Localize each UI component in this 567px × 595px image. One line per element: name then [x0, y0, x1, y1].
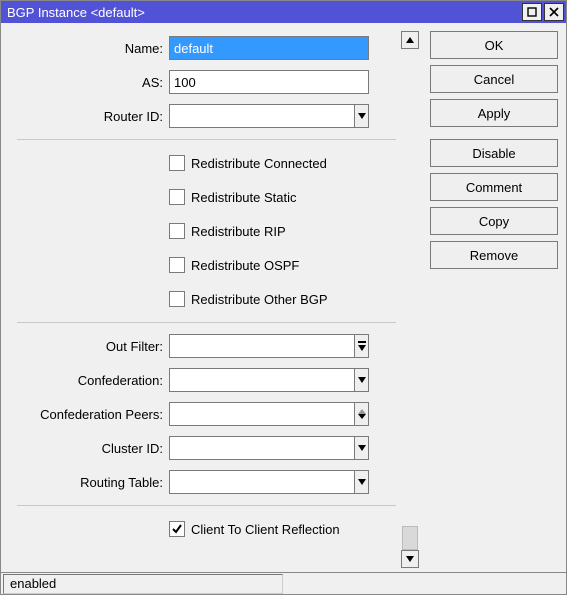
divider: [17, 139, 396, 140]
close-icon: [549, 7, 559, 17]
cluster-id-combo[interactable]: [169, 436, 369, 460]
chevron-down-icon: [358, 414, 366, 419]
client-to-client-checkbox[interactable]: [169, 521, 185, 537]
form-panel: Name: AS: Router ID:: [9, 31, 396, 568]
remove-button[interactable]: Remove: [430, 241, 558, 269]
redistribute-connected-label: Redistribute Connected: [191, 156, 327, 171]
scroll-down-button[interactable]: [401, 550, 419, 568]
scrollbar[interactable]: [400, 31, 420, 568]
chevron-down-icon: [358, 445, 366, 451]
chevron-down-icon: [358, 113, 366, 119]
redistribute-ospf-label: Redistribute OSPF: [191, 258, 299, 273]
divider: [17, 505, 396, 506]
button-panel: OK Cancel Apply Disable Comment Copy Rem…: [430, 31, 558, 568]
cancel-button[interactable]: Cancel: [430, 65, 558, 93]
out-filter-label: Out Filter:: [9, 339, 169, 354]
cluster-id-label: Cluster ID:: [9, 441, 169, 456]
confederation-peers-input[interactable]: [169, 402, 354, 426]
redistribute-rip-label: Redistribute RIP: [191, 224, 286, 239]
confederation-dropdown-button[interactable]: [354, 368, 369, 392]
redistribute-static-checkbox[interactable]: [169, 189, 185, 205]
titlebar: BGP Instance <default>: [1, 1, 566, 23]
confederation-peers-label: Confederation Peers:: [9, 407, 169, 422]
redistribute-rip-checkbox[interactable]: [169, 223, 185, 239]
scroll-up-button[interactable]: [401, 31, 419, 49]
maximize-button[interactable]: [522, 3, 542, 21]
comment-button[interactable]: Comment: [430, 173, 558, 201]
maximize-icon: [527, 7, 537, 17]
cluster-id-dropdown-button[interactable]: [354, 436, 369, 460]
client-to-client-label: Client To Client Reflection: [191, 522, 340, 537]
out-filter-combo[interactable]: [169, 334, 369, 358]
copy-button[interactable]: Copy: [430, 207, 558, 235]
redistribute-ospf-checkbox[interactable]: [169, 257, 185, 273]
name-label: Name:: [9, 41, 169, 56]
confederation-peers-spinner[interactable]: [354, 402, 369, 426]
chevron-down-icon: [358, 377, 366, 383]
status-text: enabled: [3, 574, 283, 594]
out-filter-expand-button[interactable]: [354, 334, 369, 358]
routing-table-label: Routing Table:: [9, 475, 169, 490]
checkmark-icon: [171, 523, 183, 535]
as-input[interactable]: [169, 70, 369, 94]
router-id-input[interactable]: [169, 104, 354, 128]
redistribute-other-bgp-label: Redistribute Other BGP: [191, 292, 328, 307]
close-button[interactable]: [544, 3, 564, 21]
redistribute-static-label: Redistribute Static: [191, 190, 297, 205]
confederation-label: Confederation:: [9, 373, 169, 388]
redistribute-other-bgp-checkbox[interactable]: [169, 291, 185, 307]
confederation-peers-combo[interactable]: [169, 402, 369, 426]
redistribute-connected-checkbox[interactable]: [169, 155, 185, 171]
confederation-input[interactable]: [169, 368, 354, 392]
chevron-down-icon: [358, 479, 366, 485]
router-id-label: Router ID:: [9, 109, 169, 124]
spinner-down-icon: [358, 341, 366, 351]
routing-table-combo[interactable]: [169, 470, 369, 494]
as-label: AS:: [9, 75, 169, 90]
name-input[interactable]: [169, 36, 369, 60]
out-filter-input[interactable]: [169, 334, 354, 358]
routing-table-dropdown-button[interactable]: [354, 470, 369, 494]
ok-button[interactable]: OK: [430, 31, 558, 59]
confederation-combo[interactable]: [169, 368, 369, 392]
chevron-up-icon: [406, 37, 414, 43]
scroll-thumb[interactable]: [402, 526, 418, 550]
router-id-combo[interactable]: [169, 104, 369, 128]
cluster-id-input[interactable]: [169, 436, 354, 460]
apply-button[interactable]: Apply: [430, 99, 558, 127]
router-id-dropdown-button[interactable]: [354, 104, 369, 128]
window-title: BGP Instance <default>: [7, 5, 145, 20]
divider: [17, 322, 396, 323]
statusbar: enabled: [1, 572, 566, 594]
disable-button[interactable]: Disable: [430, 139, 558, 167]
chevron-down-icon: [406, 556, 414, 562]
routing-table-input[interactable]: [169, 470, 354, 494]
